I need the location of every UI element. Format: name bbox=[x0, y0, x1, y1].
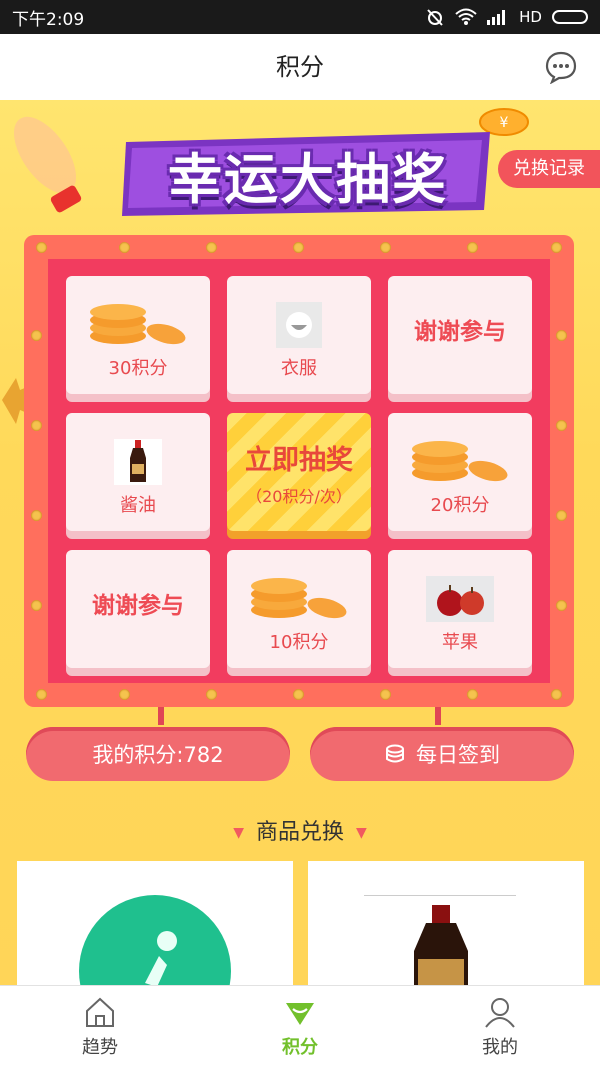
product-card[interactable] bbox=[17, 861, 293, 985]
soy-sauce-image bbox=[114, 439, 162, 485]
bowl-icon bbox=[286, 312, 312, 338]
battery-icon bbox=[552, 10, 588, 24]
triangle-down-icon: ▼ bbox=[356, 825, 367, 841]
prize-thanks[interactable]: 谢谢参与 bbox=[388, 276, 532, 394]
bulb bbox=[206, 689, 217, 700]
bulb bbox=[380, 242, 391, 253]
exchange-record-button[interactable]: 兑换记录 bbox=[498, 150, 600, 188]
tab-label: 积分 bbox=[282, 1037, 318, 1058]
points-page[interactable]: ¥ 幸运大抽奖 兑换记录 30积分 衣服 谢谢参与 酱油 立即抽奖 （20积分/… bbox=[0, 100, 600, 985]
daily-sign-in-button[interactable]: 每日签到 bbox=[310, 727, 574, 781]
bulb bbox=[119, 689, 130, 700]
lottery-banner-title: 幸运大抽奖 bbox=[168, 147, 448, 211]
lottery-board: 30积分 衣服 谢谢参与 酱油 立即抽奖 （20积分/次） 20积分 谢谢参与 … bbox=[24, 235, 574, 707]
bulb bbox=[31, 420, 42, 431]
bulb bbox=[556, 600, 567, 611]
prize-label: 30积分 bbox=[108, 358, 168, 379]
tab-trend[interactable]: 趋势 bbox=[0, 986, 200, 1068]
product-card[interactable] bbox=[308, 861, 584, 985]
bulb bbox=[380, 689, 391, 700]
prize-20-points[interactable]: 20积分 bbox=[388, 413, 532, 531]
svg-text:¥: ¥ bbox=[500, 115, 509, 131]
bulb bbox=[467, 242, 478, 253]
draw-cost: （20积分/次） bbox=[246, 486, 352, 506]
red-envelope-decoration bbox=[13, 116, 82, 213]
coins-icon bbox=[386, 744, 404, 763]
coin-stack-icon bbox=[90, 304, 186, 345]
prize-clothes[interactable]: 衣服 bbox=[227, 276, 371, 394]
apple-image bbox=[426, 576, 494, 622]
board-leg bbox=[435, 707, 441, 725]
bulb bbox=[293, 242, 304, 253]
triangle-down-icon: ▼ bbox=[233, 825, 244, 841]
status-time: 下午2:09 bbox=[12, 9, 85, 30]
bulb bbox=[556, 510, 567, 521]
prize-label: 20积分 bbox=[430, 495, 490, 516]
thanks-label: 谢谢参与 bbox=[92, 593, 184, 619]
prize-soy-sauce[interactable]: 酱油 bbox=[66, 413, 210, 531]
thanks-label: 谢谢参与 bbox=[414, 319, 506, 345]
bulb bbox=[556, 330, 567, 341]
bulb bbox=[556, 420, 567, 431]
bulb bbox=[36, 242, 47, 253]
status-icons: HD bbox=[425, 7, 588, 27]
home-icon bbox=[86, 997, 114, 1027]
board-leg bbox=[158, 707, 164, 725]
tab-label: 趋势 bbox=[82, 1037, 118, 1058]
tab-mine[interactable]: 我的 bbox=[400, 986, 600, 1068]
coin-stack-icon bbox=[251, 578, 347, 619]
tab-label: 我的 bbox=[482, 1037, 518, 1058]
prize-apple[interactable]: 苹果 bbox=[388, 550, 532, 668]
status-bar: 下午2:09 HD bbox=[0, 0, 600, 34]
bulb bbox=[31, 510, 42, 521]
bulb bbox=[206, 242, 217, 253]
bulb bbox=[31, 330, 42, 341]
wifi-icon bbox=[455, 8, 477, 25]
chat-bubble-icon[interactable] bbox=[544, 50, 578, 84]
prize-label: 10积分 bbox=[269, 632, 329, 653]
bulb bbox=[119, 242, 130, 253]
bulb bbox=[36, 689, 47, 700]
bulb bbox=[551, 689, 562, 700]
title-bar: 积分 bbox=[0, 34, 600, 101]
gem-icon bbox=[286, 1003, 314, 1025]
prize-label: 苹果 bbox=[442, 632, 478, 653]
exchange-section-title: ▼ 商品兑换 ▼ bbox=[0, 814, 600, 846]
exchange-title-text: 商品兑换 bbox=[255, 820, 344, 845]
daily-sign-in-label: 每日签到 bbox=[416, 743, 500, 767]
user-icon bbox=[485, 998, 515, 1028]
apple-icon bbox=[437, 585, 484, 616]
prize-label: 衣服 bbox=[281, 358, 317, 379]
my-points-label: 我的积分:782 bbox=[92, 743, 224, 767]
bulb bbox=[31, 600, 42, 611]
prize-30-points[interactable]: 30积分 bbox=[66, 276, 210, 394]
signal-icon bbox=[487, 10, 506, 25]
product-runner-image bbox=[79, 895, 231, 985]
bottle-icon bbox=[130, 440, 146, 482]
coin-stack-icon bbox=[412, 441, 508, 482]
alarm-off-icon bbox=[427, 9, 443, 26]
draw-button[interactable]: 立即抽奖 （20积分/次） bbox=[227, 413, 371, 531]
prize-thanks[interactable]: 谢谢参与 bbox=[66, 550, 210, 668]
lottery-banner: 幸运大抽奖 bbox=[118, 128, 498, 220]
page-title: 积分 bbox=[276, 53, 324, 81]
product-soy-sauce-image bbox=[364, 895, 516, 985]
tab-points[interactable]: 积分 bbox=[200, 986, 400, 1068]
clothes-image bbox=[276, 302, 322, 348]
prize-label: 酱油 bbox=[120, 495, 156, 516]
my-points-button[interactable]: 我的积分:782 bbox=[26, 727, 290, 781]
network-type: HD bbox=[519, 8, 542, 26]
prize-grid: 30积分 衣服 谢谢参与 酱油 立即抽奖 （20积分/次） 20积分 谢谢参与 … bbox=[48, 259, 550, 683]
bottom-tab-bar: 趋势 积分 我的 bbox=[0, 985, 600, 1068]
draw-button-label: 立即抽奖 bbox=[245, 444, 353, 476]
bulb bbox=[467, 689, 478, 700]
bulb bbox=[551, 242, 562, 253]
bulb bbox=[293, 689, 304, 700]
prize-10-points[interactable]: 10积分 bbox=[227, 550, 371, 668]
